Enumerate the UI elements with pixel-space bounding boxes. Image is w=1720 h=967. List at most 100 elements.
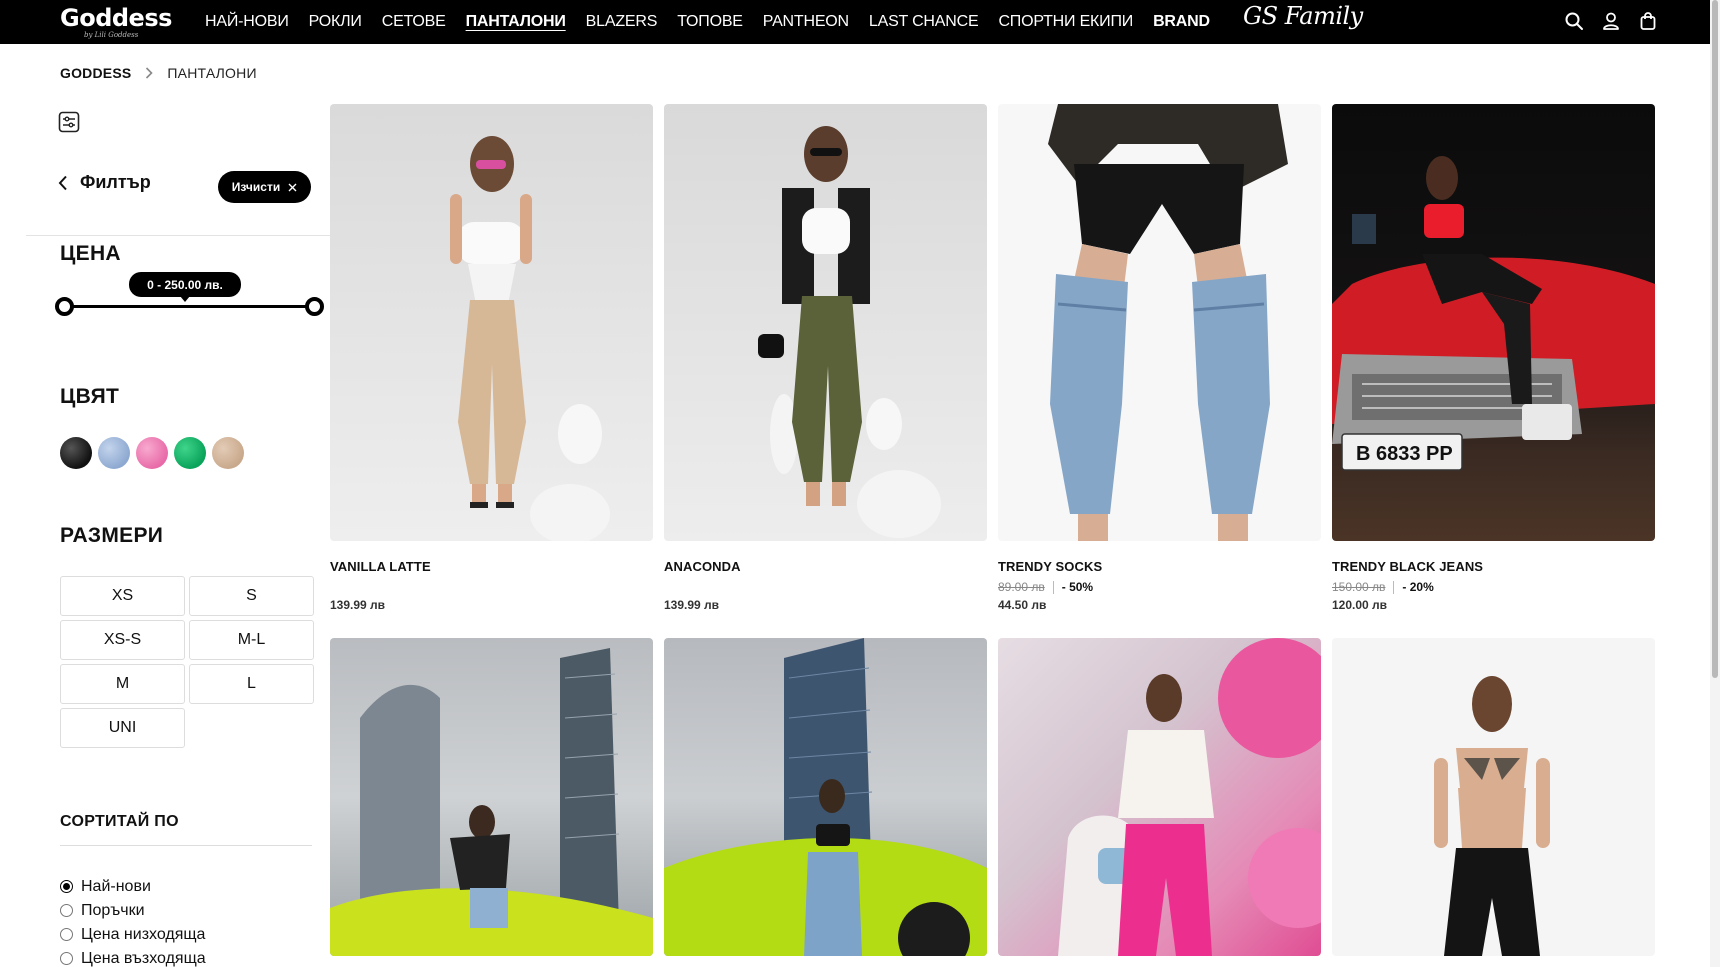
product-image[interactable] (1332, 638, 1655, 956)
breadcrumb-current: ПАНТАЛОНИ (167, 65, 257, 81)
sort-option-price-desc[interactable]: Цена низходяща (60, 924, 206, 945)
header-actions (1564, 11, 1658, 31)
license-plate-text: B 6833 PP (1356, 443, 1453, 465)
radio-icon[interactable] (60, 904, 73, 917)
product-card[interactable] (664, 638, 987, 956)
model-pink-pants-glitter-photo (1058, 638, 1321, 956)
price-slider-max-handle[interactable] (305, 297, 324, 316)
size-option-l[interactable]: L (189, 664, 314, 704)
top-navigation-bar: Goddess by Lili Goddess НАЙ-НОВИ РОКЛИ С… (0, 0, 1720, 44)
size-options: XS S XS-S M-L M L UNI (60, 576, 314, 748)
product-image[interactable] (330, 104, 653, 541)
nav-item-dresses[interactable]: РОКЛИ (309, 13, 362, 31)
size-section-title: РАЗМЕРИ (60, 524, 164, 547)
close-icon (288, 183, 297, 191)
price-slider-track[interactable] (64, 305, 314, 308)
nav-item-sets[interactable]: СЕТОВЕ (382, 13, 446, 31)
filter-header[interactable]: Филтър (58, 172, 151, 193)
product-name[interactable]: ANACONDA (664, 559, 987, 574)
cart-bag-icon[interactable] (1638, 11, 1658, 31)
product-card[interactable] (330, 638, 653, 956)
nav-item-pantheon[interactable]: PANTHEON (763, 13, 849, 31)
chevron-left-icon[interactable] (58, 175, 68, 191)
sort-option-label: Поръчки (81, 901, 145, 919)
model-city-yellow-car-photo (330, 648, 653, 956)
scrollbar-thumb[interactable] (1712, 0, 1718, 678)
product-old-price: 150.00 лв (1332, 580, 1386, 594)
product-image[interactable] (664, 104, 987, 541)
color-swatch-green[interactable] (174, 437, 206, 469)
gs-family-logo[interactable]: GS Family (1243, 2, 1363, 30)
size-option-m[interactable]: M (60, 664, 185, 704)
size-option-xs-s[interactable]: XS-S (60, 620, 185, 660)
color-swatch-beige[interactable] (212, 437, 244, 469)
product-card[interactable]: TRENDY SOCKS 89.00 лв - 50% 44.50 лв (998, 104, 1321, 612)
product-price: 139.99 лв (664, 598, 720, 612)
size-option-xs[interactable]: XS (60, 576, 185, 616)
product-image[interactable] (998, 638, 1321, 956)
product-card[interactable]: VANILLA LATTE 139.99 лв (330, 104, 653, 612)
nav-item-last-chance[interactable]: LAST CHANCE (869, 13, 979, 31)
product-card[interactable]: ANACONDA 139.99 лв (664, 104, 987, 612)
radio-selected-icon[interactable] (60, 880, 73, 893)
account-icon[interactable] (1601, 11, 1621, 31)
product-name[interactable]: TRENDY SOCKS (998, 559, 1321, 574)
search-icon[interactable] (1564, 11, 1584, 31)
sort-options: Най-нови Поръчки Цена низходяща Цена въз… (60, 876, 206, 967)
product-image[interactable]: B 6833 PP (1332, 104, 1655, 541)
nav-item-pants[interactable]: ПАНТАЛОНИ (466, 13, 566, 31)
product-card[interactable]: B 6833 PP TRENDY BLACK JEANS 150.00 лв -… (1332, 104, 1655, 612)
size-option-uni[interactable]: UNI (60, 708, 185, 748)
main-menu: НАЙ-НОВИ РОКЛИ СЕТОВЕ ПАНТАЛОНИ BLAZERS … (205, 0, 1210, 44)
model-black-cargo-pants-photo (1434, 676, 1550, 956)
product-image[interactable] (664, 638, 987, 956)
sort-section-title: СОРТИТАЙ ПО (60, 813, 179, 830)
nav-item-newest[interactable]: НАЙ-НОВИ (205, 13, 289, 31)
model-red-car-night-photo: B 6833 PP (1332, 156, 1655, 471)
price-tooltip-arrow (180, 296, 190, 302)
product-price: 44.50 лв (998, 598, 1047, 612)
product-card[interactable] (998, 638, 1321, 956)
nav-item-sport-sets[interactable]: СПОРТНИ ЕКИПИ (998, 13, 1133, 31)
product-discount-percent: - 20% (1402, 580, 1434, 594)
color-swatch-pink[interactable] (136, 437, 168, 469)
product-card[interactable] (1332, 638, 1655, 956)
chevron-right-icon (146, 67, 154, 79)
price-slider-min-handle[interactable] (55, 297, 74, 316)
radio-icon[interactable] (60, 952, 73, 965)
nav-item-tops[interactable]: ТОПОВЕ (677, 13, 743, 31)
site-logo[interactable]: Goddess by Lili Goddess (60, 4, 180, 40)
sort-option-label: Цена възходяща (81, 949, 206, 967)
product-name[interactable]: TRENDY BLACK JEANS (1332, 559, 1655, 574)
sort-option-newest[interactable]: Най-нови (60, 876, 206, 897)
color-swatch-black[interactable] (60, 437, 92, 469)
filter-panel-toggle-icon[interactable] (58, 111, 80, 133)
product-name[interactable]: VANILLA LATTE (330, 559, 653, 574)
product-discount-percent: - 50% (1061, 580, 1094, 594)
price-range-tooltip: 0 - 250.00 лв. (129, 272, 241, 297)
product-image[interactable] (330, 638, 653, 956)
color-swatch-light-blue[interactable] (98, 437, 130, 469)
model-lime-car-denim-photo (664, 638, 987, 956)
sort-option-price-asc[interactable]: Цена възходяща (60, 948, 206, 967)
clear-filters-button[interactable]: Изчисти (218, 171, 311, 203)
price-section-title: ЦЕНА (60, 242, 121, 265)
discount-separator (1052, 580, 1054, 594)
breadcrumb-home-link[interactable]: GODDESS (60, 65, 131, 81)
product-price: 120.00 лв (1332, 598, 1388, 612)
clear-filters-label: Изчисти (231, 180, 281, 194)
discount-separator (1393, 580, 1395, 594)
size-option-m-l[interactable]: M-L (189, 620, 314, 660)
filter-title: Филтър (80, 172, 151, 192)
product-image[interactable] (998, 104, 1321, 541)
sort-option-orders[interactable]: Поръчки (60, 900, 206, 921)
radio-icon[interactable] (60, 928, 73, 941)
nav-item-brand[interactable]: BRAND (1153, 13, 1210, 31)
product-old-price: 89.00 лв (998, 580, 1045, 594)
product-discount-row: 150.00 лв - 20% (1332, 580, 1655, 594)
logo-wordmark: Goddess (60, 4, 172, 32)
size-option-s[interactable]: S (189, 576, 314, 616)
sidebar-divider (26, 235, 330, 236)
sort-divider (60, 845, 312, 846)
nav-item-blazers[interactable]: BLAZERS (586, 13, 658, 31)
